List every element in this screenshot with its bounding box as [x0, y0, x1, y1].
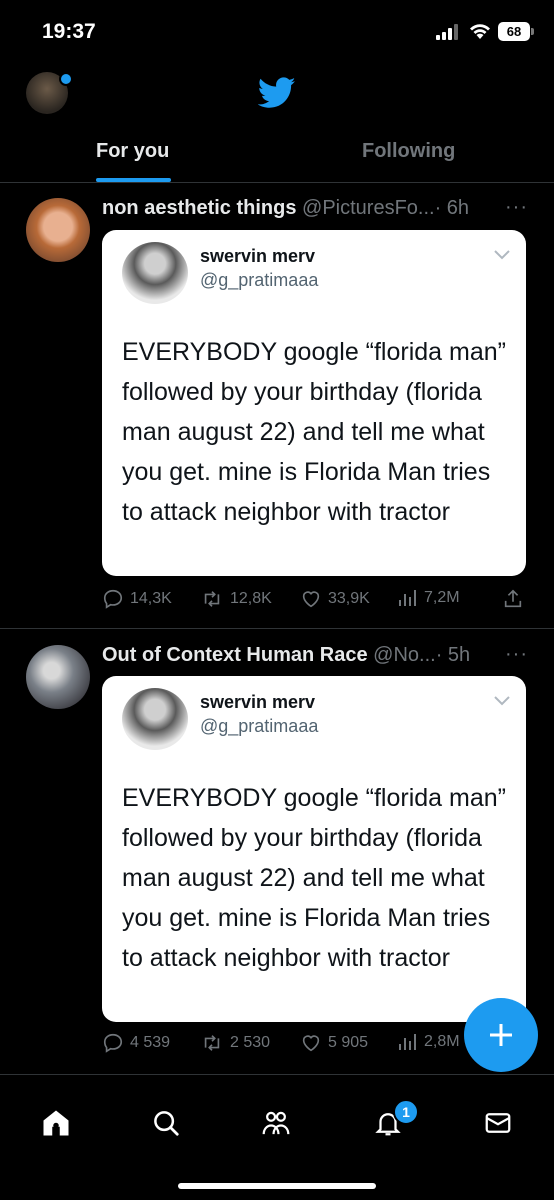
reply-count: 14,3K	[130, 590, 172, 607]
like-count: 5 905	[328, 1034, 369, 1051]
reply-button[interactable]: 4 539	[102, 1032, 170, 1054]
quoted-text: EVERYBODY google “florida man” followed …	[122, 784, 506, 972]
quoted-text: EVERYBODY google “florida man” followed …	[122, 338, 506, 526]
reply-button[interactable]: 14,3K	[102, 588, 172, 610]
wifi-icon	[470, 24, 490, 39]
reply-icon	[103, 589, 123, 609]
quoted-handle: @g_pratimaaa	[200, 270, 319, 290]
home-icon	[43, 1110, 69, 1136]
nav-home[interactable]	[38, 1105, 74, 1141]
quoted-avatar	[122, 242, 188, 304]
timeline-tabs: For you Following	[0, 124, 554, 183]
author-name[interactable]: non aesthetic things	[102, 197, 296, 219]
quoted-avatar	[122, 688, 188, 750]
like-button[interactable]: 5 905	[300, 1032, 368, 1054]
more-options-icon[interactable]: ···	[505, 196, 528, 219]
nav-communities[interactable]	[258, 1105, 294, 1141]
quoted-handle: @g_pratimaaa	[200, 716, 319, 736]
tweet-header: Out of Context Human Race @No...· 5h	[102, 644, 470, 667]
retweet-count: 12,8K	[230, 590, 272, 607]
view-count: 2,8M	[424, 1033, 460, 1050]
views-button[interactable]: 7,2M	[398, 588, 460, 608]
views-icon	[399, 590, 416, 606]
messages-icon	[485, 1113, 511, 1133]
retweet-count: 2 530	[230, 1034, 271, 1051]
communities-icon	[262, 1111, 290, 1135]
reply-count: 4 539	[130, 1034, 171, 1051]
tweet-time: · 5h	[435, 644, 471, 666]
battery-tip	[531, 28, 534, 35]
nav-messages[interactable]	[480, 1105, 516, 1141]
author-name[interactable]: Out of Context Human Race	[102, 644, 368, 666]
more-options-icon[interactable]: ···	[505, 643, 528, 666]
unread-dot	[59, 72, 73, 86]
heart-icon	[302, 1035, 320, 1052]
retweet-button[interactable]: 2 530	[200, 1032, 270, 1054]
tab-following[interactable]: Following	[362, 140, 455, 163]
chevron-down-icon	[494, 250, 510, 260]
status-bar: 19:37 68	[0, 0, 554, 64]
home-indicator	[178, 1183, 376, 1189]
tweet-actions: 14,3K 12,8K 33,9K 7,2M	[102, 588, 526, 618]
views-button[interactable]: 2,8M	[398, 1032, 460, 1052]
nav-search[interactable]	[148, 1105, 184, 1141]
tweet-header: non aesthetic things @PicturesFo...· 6h	[102, 197, 469, 220]
tweet-time: · 6h	[434, 197, 470, 219]
view-count: 7,2M	[424, 589, 460, 606]
tweet[interactable]: Out of Context Human Race @No...· 5h ···…	[0, 629, 554, 1074]
twitter-bird-icon[interactable]	[258, 77, 296, 109]
retweet-icon	[204, 591, 220, 607]
quoted-name: swervin merv	[200, 692, 316, 712]
battery-icon: 68	[498, 22, 530, 41]
quoted-tweet-image[interactable]: swervin merv @g_pratimaaa EVERYBODY goog…	[102, 676, 526, 1022]
compose-button[interactable]	[464, 998, 538, 1072]
share-button[interactable]	[502, 588, 530, 610]
author-avatar[interactable]	[26, 198, 90, 262]
heart-icon	[302, 591, 320, 608]
tab-for-you[interactable]: For you	[96, 140, 169, 163]
notifications-badge: 1	[393, 1099, 419, 1125]
signal-icon	[436, 24, 458, 40]
author-handle: @No...	[373, 644, 436, 666]
author-handle: @PicturesFo...	[302, 197, 435, 219]
plus-icon	[490, 1024, 512, 1046]
tweet[interactable]: non aesthetic things @PicturesFo...· 6h …	[0, 182, 554, 629]
retweet-icon	[204, 1035, 220, 1051]
quoted-tweet-image[interactable]: swervin merv @g_pratimaaa EVERYBODY goog…	[102, 230, 526, 576]
bottom-nav	[0, 1075, 554, 1200]
search-icon	[154, 1111, 179, 1136]
quoted-name: swervin merv	[200, 246, 316, 266]
retweet-button[interactable]: 12,8K	[200, 588, 272, 610]
tweet-actions: 4 539 2 530 5 905 2,8M	[102, 1032, 526, 1062]
reply-icon	[103, 1033, 123, 1053]
chevron-down-icon	[494, 696, 510, 706]
like-count: 33,9K	[328, 590, 370, 607]
like-button[interactable]: 33,9K	[300, 588, 370, 610]
author-avatar[interactable]	[26, 645, 90, 709]
share-icon	[504, 589, 522, 608]
views-icon	[399, 1034, 416, 1050]
status-time: 19:37	[42, 20, 96, 43]
